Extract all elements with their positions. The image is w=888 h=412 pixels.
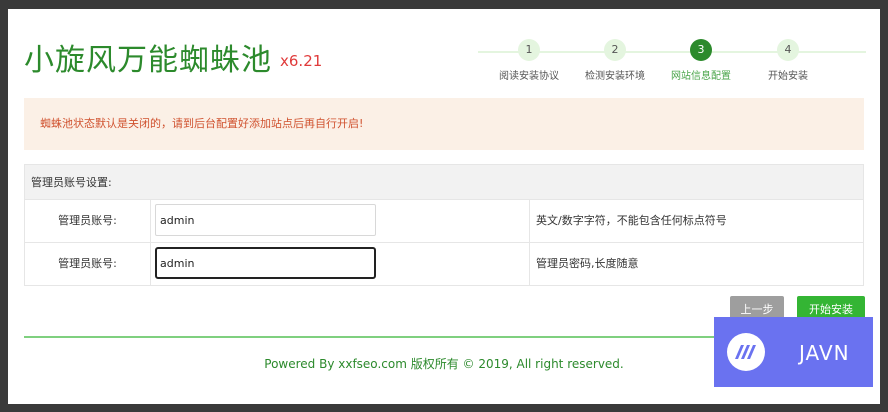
step-label: 检测安装环境 (585, 71, 645, 82)
admin-password-input[interactable] (155, 247, 376, 279)
field-description: 英文/数字字符，不能包含任何标点符号 (536, 214, 727, 227)
field-label: 管理员账号: (25, 200, 151, 242)
watermark-text: JAVN (799, 341, 850, 365)
version-label: x6.21 (280, 52, 323, 70)
field-label: 管理员账号: (25, 243, 151, 285)
field-description: 管理员密码,长度随意 (536, 257, 639, 270)
step-site-config: 3 网站信息配置 (656, 39, 746, 82)
admin-account-input[interactable] (155, 204, 376, 236)
field-input-cell (151, 200, 530, 242)
step-read-agreement: 1 阅读安装协议 (484, 39, 574, 82)
watermark: JAVN (714, 317, 873, 387)
form-row-admin-account: 管理员账号: 英文/数字字符，不能包含任何标点符号 (25, 200, 863, 243)
step-label: 网站信息配置 (671, 71, 731, 82)
app-title: 小旋风万能蜘蛛池 (24, 43, 272, 78)
javn-logo-icon (727, 333, 765, 371)
admin-settings-table: 管理员账号设置: 管理员账号: 英文/数字字符，不能包含任何标点符号 管理员账号… (24, 164, 864, 286)
step-label: 开始安装 (768, 71, 808, 82)
notice-banner: 蜘蛛池状态默认是关闭的，请到后台配置好添加站点后再自行开启! (24, 98, 864, 150)
step-number: 2 (604, 39, 626, 61)
page-title: 小旋风万能蜘蛛池 x6.21 (24, 35, 322, 79)
section-title: 管理员账号设置: (25, 165, 863, 200)
step-number: 1 (518, 39, 540, 61)
step-number: 3 (690, 39, 712, 61)
field-input-cell (151, 243, 530, 285)
step-check-environment: 2 检测安装环境 (570, 39, 660, 82)
install-steps: 1 阅读安装协议 2 检测安装环境 3 网站信息配置 4 开始安装 (478, 39, 866, 89)
step-start-install: 4 开始安装 (743, 39, 833, 82)
step-label: 阅读安装协议 (499, 71, 559, 82)
form-row-admin-password: 管理员账号: 管理员密码,长度随意 (25, 243, 863, 285)
step-number: 4 (777, 39, 799, 61)
